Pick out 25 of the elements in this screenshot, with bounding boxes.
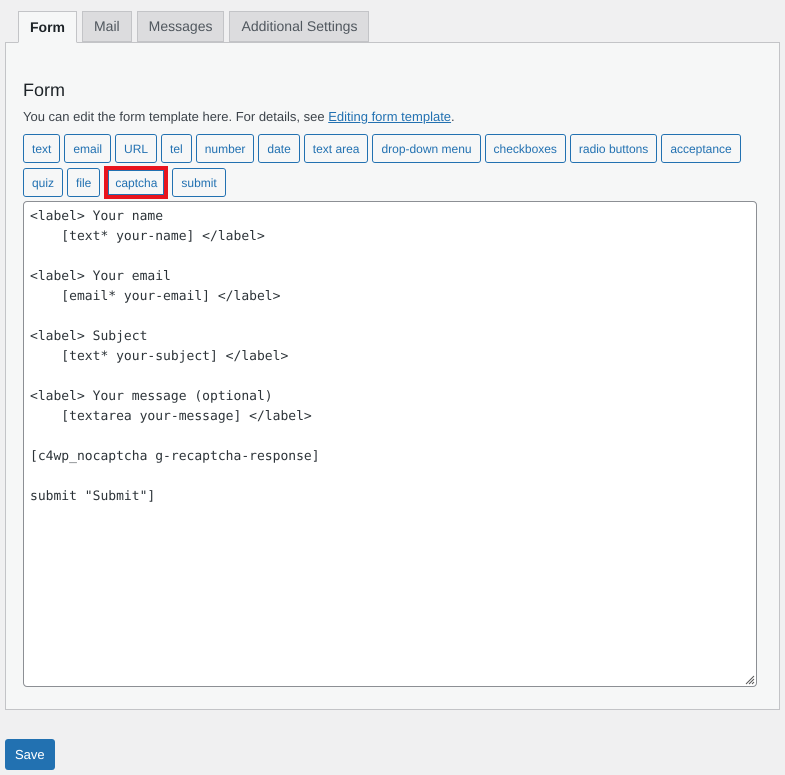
tab[interactable]: Messages [136,11,224,42]
tag-button[interactable]: email [64,134,112,163]
tab[interactable]: Additional Settings [229,11,370,42]
resize-grip-icon[interactable] [745,675,755,685]
tag-button[interactable]: captcha [104,166,168,199]
tag-button[interactable]: text area [304,134,368,163]
tag-button[interactable]: text [23,134,60,163]
tag-button[interactable]: file [67,168,100,197]
tag-button[interactable]: URL [115,134,158,163]
editing-template-link[interactable]: Editing form template [328,109,452,124]
tab[interactable]: Form [18,11,77,43]
tag-button[interactable]: radio buttons [570,134,658,163]
tag-button[interactable]: acceptance [661,134,741,163]
tag-button[interactable]: checkboxes [484,134,566,163]
tag-button[interactable]: number [196,134,254,163]
tag-button[interactable]: tel [161,134,192,163]
template-editor[interactable]: <label> Your name [text* your-name] </label> <label> Your email [email* your-email] </label> <label> Subject [text* your-subject] </label> <label> Your message (optional) [textarea your-message] </label> [c4wp_nocaptcha g-recaptcha-response] submit "Submit"] [23,201,757,687]
description-text: You can edit the form template here. For details, see Editing form template. [23,108,456,126]
tag-button[interactable]: drop-down menu [372,134,481,163]
tag-button[interactable]: quiz [23,168,64,197]
section-title: Form [23,79,66,102]
tab[interactable]: Mail [82,11,132,42]
tag-button[interactable]: date [258,134,300,163]
tag-button[interactable]: submit [172,168,226,197]
save-button[interactable]: Save [5,739,55,770]
